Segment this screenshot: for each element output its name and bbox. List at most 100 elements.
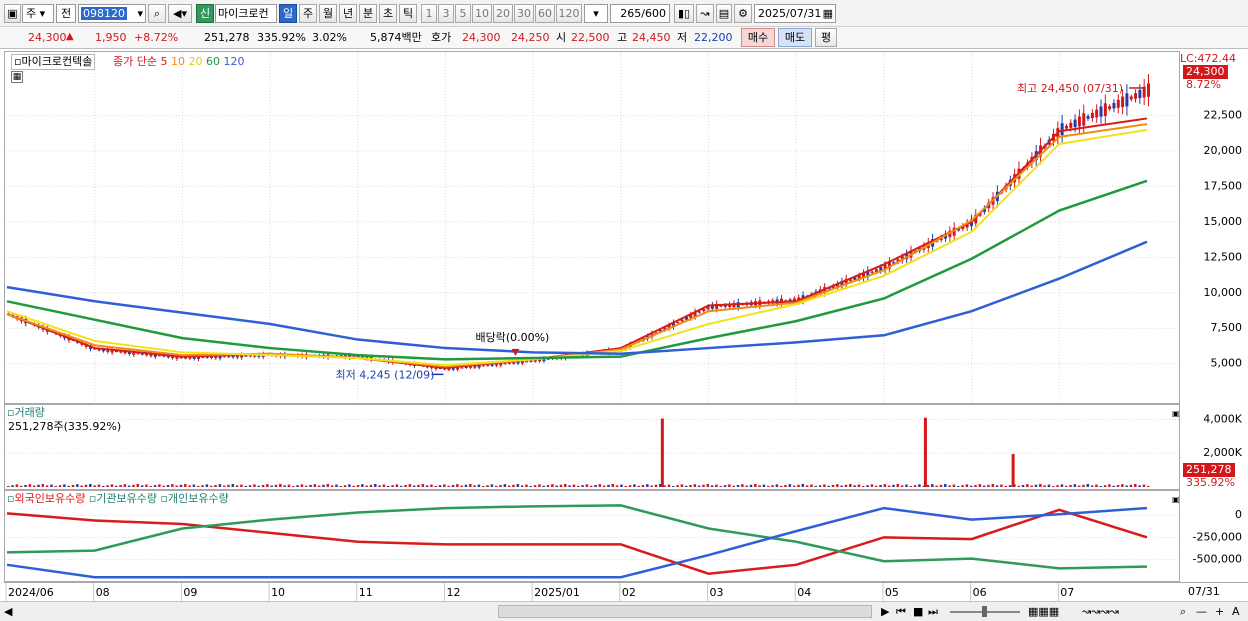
candle-body xyxy=(1073,119,1077,128)
candle-body xyxy=(201,357,205,359)
interval-30[interactable]: 30 xyxy=(514,4,534,23)
volume-bar xyxy=(222,485,226,487)
volume-tick-label: 4,000K xyxy=(1203,412,1242,425)
volume-bar xyxy=(438,485,442,487)
interval-1[interactable]: 1 xyxy=(421,4,437,23)
volume-bar xyxy=(19,485,23,487)
buy-button[interactable]: 매수 xyxy=(741,28,775,47)
interval-5[interactable]: 5 xyxy=(455,4,471,23)
zoom-slider-handle[interactable] xyxy=(982,606,987,617)
candle-type-icon[interactable]: ▮▯ xyxy=(674,4,694,23)
volume-bar xyxy=(862,485,865,487)
volume-bar xyxy=(162,485,165,487)
volume-bar xyxy=(779,485,783,487)
eval-button[interactable]: 평 xyxy=(815,28,837,47)
volume-bar xyxy=(274,484,278,487)
volume-bar xyxy=(736,484,740,487)
date-tick-label: 02 xyxy=(622,586,636,599)
volume-bar xyxy=(948,485,951,487)
volume-bar xyxy=(287,484,291,487)
volume-bar xyxy=(555,485,558,487)
new-badge[interactable]: 신 xyxy=(196,4,214,23)
tab-minute[interactable]: 분 xyxy=(359,4,377,23)
volume-bar xyxy=(710,485,714,487)
volume-bar xyxy=(784,484,787,487)
volume-bar xyxy=(166,484,170,487)
sell-button[interactable]: 매도 xyxy=(778,28,812,47)
tab-daily[interactable]: 일 xyxy=(279,4,297,23)
scroll-left-icon[interactable]: ◀ xyxy=(4,605,12,619)
tab-yearly[interactable]: 년 xyxy=(339,4,357,23)
volume-bar xyxy=(71,484,75,487)
tab-monthly[interactable]: 월 xyxy=(319,4,337,23)
candle-body xyxy=(529,360,533,362)
interval-3[interactable]: 3 xyxy=(438,4,454,23)
volume-bar xyxy=(1064,485,1068,487)
volume-bar xyxy=(1004,485,1007,487)
magnify-icon[interactable]: ⌕ xyxy=(1180,605,1186,619)
rewind-icon[interactable]: ⏮ xyxy=(896,605,906,619)
volume-bar xyxy=(507,485,511,487)
tab-weekly[interactable]: 주 xyxy=(299,4,317,23)
volume-bar xyxy=(76,484,79,487)
market-select[interactable]: 주 ▾ xyxy=(22,4,54,23)
font-size-icon[interactable]: A xyxy=(1232,605,1240,619)
date-value[interactable]: 2025/07/31 xyxy=(758,7,821,20)
price-tick-label: 5,000 xyxy=(1211,357,1243,370)
scrollbar-thumb[interactable] xyxy=(498,605,872,618)
pane-close-icon[interactable]: ▣ xyxy=(1172,407,1180,421)
volume-bar xyxy=(978,484,982,487)
interval-20[interactable]: 20 xyxy=(493,4,513,23)
code-value[interactable]: 098120 xyxy=(81,7,127,20)
draw-tools-icon[interactable]: ↝↝↝↝ xyxy=(1082,605,1119,619)
candle-body xyxy=(1103,103,1107,116)
price-legend-name: ▫마이크로컨텍솔 xyxy=(11,54,96,70)
candle-body xyxy=(1095,109,1099,118)
draw-tool-icon[interactable]: ↝ xyxy=(696,4,714,23)
forward-icon[interactable]: ⏭ xyxy=(928,605,938,619)
volume-bar xyxy=(516,483,520,487)
date-tick-label: 04 xyxy=(797,586,811,599)
volume-bar xyxy=(883,484,887,487)
tab-second[interactable]: 초 xyxy=(379,4,397,23)
candle-body xyxy=(1077,116,1081,127)
save-icon[interactable]: ▤ xyxy=(716,4,732,23)
volume-bar xyxy=(175,485,178,487)
grid-toggle-icon[interactable]: ▦ xyxy=(11,71,23,83)
code-input[interactable]: 098120 ▾ xyxy=(78,4,146,23)
interval-10[interactable]: 10 xyxy=(472,4,492,23)
volume-bar xyxy=(853,485,856,487)
gear-icon[interactable]: ⚙ xyxy=(734,4,752,23)
custom-interval-select[interactable]: ▾ xyxy=(584,4,608,23)
volume-bar xyxy=(827,485,830,487)
search-icon[interactable]: ⌕ xyxy=(148,4,166,23)
scroll-right-icon[interactable]: ▶ xyxy=(881,605,889,619)
speaker-icon[interactable]: ◀▾ xyxy=(168,4,192,23)
volume-bar xyxy=(41,483,45,487)
date-input[interactable]: 2025/07/31 ▦ xyxy=(754,4,836,23)
volume-bar xyxy=(473,485,476,487)
pane-layout-icon[interactable]: ▦▦▦ xyxy=(1028,605,1059,619)
volume-bar xyxy=(887,485,891,487)
volume-bar xyxy=(235,485,239,487)
calendar-icon[interactable]: ▦ xyxy=(823,5,833,22)
volume-bar xyxy=(80,485,83,487)
pane-close-icon[interactable]: ▣ xyxy=(1172,493,1180,507)
volume-bar xyxy=(149,485,152,487)
count-input[interactable]: 265/600 xyxy=(610,4,670,23)
prev-select[interactable]: 전 xyxy=(56,4,76,23)
interval-60[interactable]: 60 xyxy=(535,4,555,23)
zoom-in-icon[interactable]: + xyxy=(1215,605,1224,619)
volume-pane: ▫거래량 251,278주(335.92%) ▣ xyxy=(4,404,1180,490)
layout-icon[interactable]: ▣ xyxy=(4,4,21,23)
candle-body xyxy=(464,366,468,369)
volume-bar xyxy=(387,485,390,487)
interval-120[interactable]: 120 xyxy=(556,4,582,23)
chevron-down-icon[interactable]: ▾ xyxy=(137,5,143,22)
ma-legend-60: 60 xyxy=(205,55,220,68)
volume-bar xyxy=(1147,485,1150,487)
stop-icon[interactable]: ■ xyxy=(913,605,923,619)
tab-tick[interactable]: 틱 xyxy=(399,4,417,23)
volume-bar xyxy=(283,485,286,487)
zoom-out-icon[interactable]: — xyxy=(1196,605,1207,619)
